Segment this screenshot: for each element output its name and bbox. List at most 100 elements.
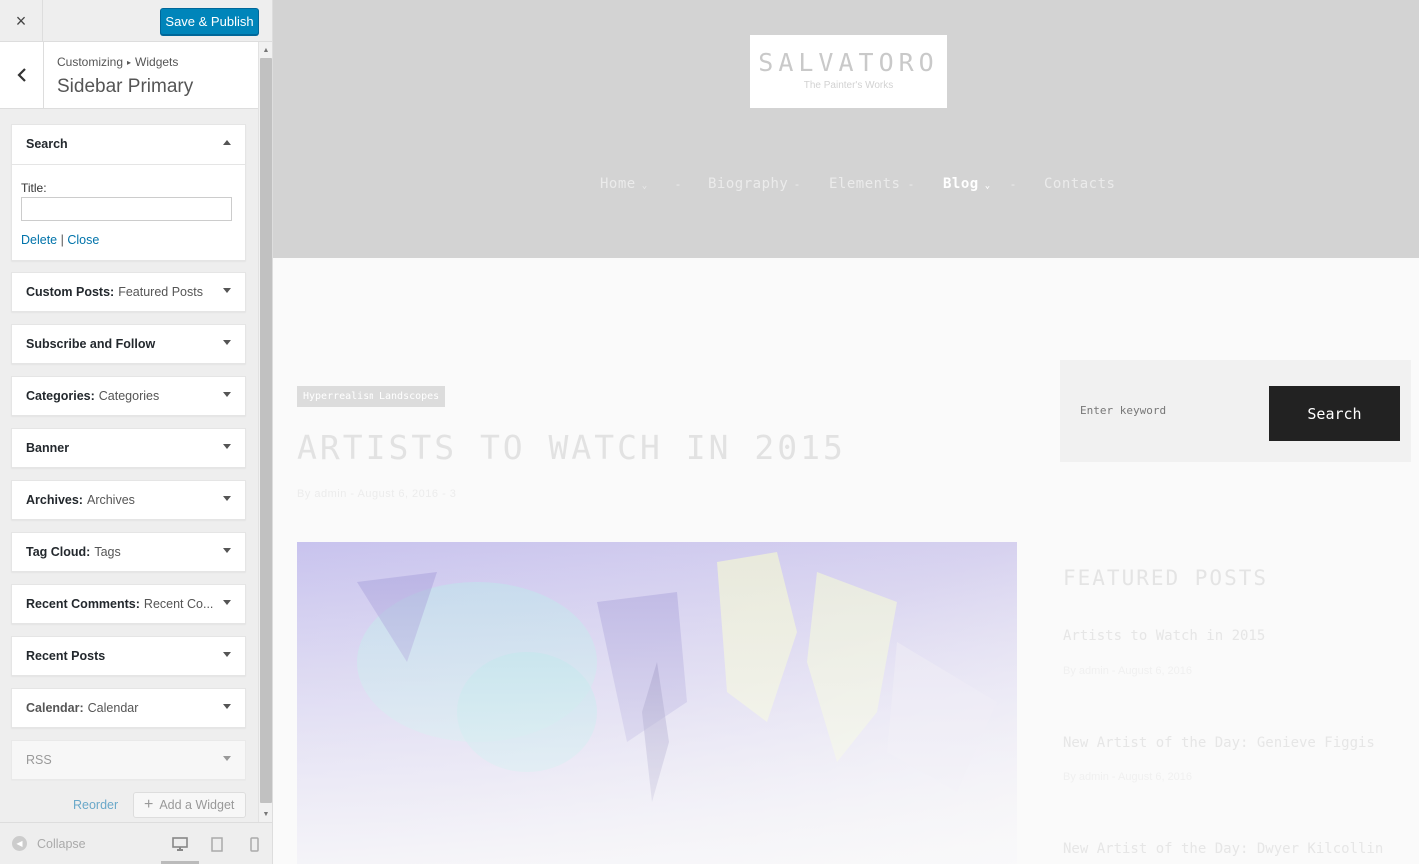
post-tag[interactable]: Hyperrealism: [297, 386, 382, 407]
widget-title: Tag Cloud:: [26, 545, 91, 559]
title-field-input[interactable]: [21, 197, 232, 221]
nav-item-label: Elements: [829, 176, 901, 192]
widget-tag-cloud[interactable]: Tag Cloud: Tags: [11, 532, 246, 572]
close-icon: ×: [15, 10, 27, 31]
featured-post-meta: By admin - August 6, 2016: [1063, 665, 1193, 677]
widget-search-header[interactable]: Search: [12, 125, 245, 165]
desktop-preview-button[interactable]: [171, 836, 189, 853]
widget-title: RSS: [26, 753, 52, 767]
widget-subtitle: Categories: [98, 389, 160, 403]
widget-search: Search Title: Delete | Close: [11, 124, 246, 261]
nav-separator: -: [795, 177, 799, 191]
widget-recent-posts[interactable]: Recent Posts: [11, 636, 246, 676]
sidebar-search-widget: Enter keyword Search: [1060, 360, 1411, 462]
site-preview: SALVATORO The Painter's Works Home ⌄ - Bi…: [273, 0, 1419, 864]
scroll-up-arrow-icon[interactable]: ▲: [259, 44, 272, 56]
breadcrumb-separator: ▸: [127, 57, 132, 67]
collapse-label: Collapse: [37, 836, 86, 851]
widget-banner[interactable]: Banner: [11, 428, 246, 468]
widget-categories[interactable]: Categories: Categories: [11, 376, 246, 416]
site-header: SALVATORO The Painter's Works Home ⌄ - Bi…: [273, 0, 1419, 258]
featured-post-title[interactable]: New Artist of the Day: Genieve Figgis: [1063, 735, 1375, 751]
title-field-label: Title:: [21, 181, 47, 195]
nav-item-blog[interactable]: Blog ⌄: [943, 176, 991, 192]
back-button[interactable]: [0, 42, 44, 108]
mobile-preview-button[interactable]: [245, 836, 263, 853]
nav-item-contacts[interactable]: Contacts: [1044, 176, 1115, 192]
widget-title: Recent Posts: [26, 649, 106, 663]
expand-arrow-icon[interactable]: [223, 496, 231, 501]
chevron-left-icon: [16, 68, 26, 82]
nav-item-label: Blog: [943, 176, 979, 192]
sidebar-search-input[interactable]: Enter keyword: [1080, 404, 1166, 417]
post-title[interactable]: ARTISTS TO WATCH IN 2015: [297, 428, 846, 467]
post-meta: By admin - August 6, 2016 - 3: [297, 488, 457, 500]
featured-post-title[interactable]: New Artist of the Day: Dwyer Kilcollin: [1063, 841, 1383, 857]
expand-arrow-icon[interactable]: [223, 392, 231, 397]
featured-post-meta: By admin - August 6, 2016: [1063, 771, 1193, 783]
expand-arrow-icon[interactable]: [223, 600, 231, 605]
expand-arrow-icon[interactable]: [223, 288, 231, 293]
widget-title: Recent Comments:: [26, 597, 140, 611]
widget-title: Subscribe and Follow: [26, 337, 156, 351]
expand-arrow-icon[interactable]: [223, 548, 231, 553]
featured-post-title[interactable]: Artists to Watch in 2015: [1063, 628, 1265, 644]
sidebar-search-button[interactable]: Search: [1269, 386, 1400, 441]
nav-item-label: Home: [600, 176, 636, 192]
nav-separator: -: [1011, 177, 1015, 191]
expand-arrow-icon[interactable]: [223, 444, 231, 449]
widget-title: Calendar:: [26, 701, 84, 715]
widget-calendar[interactable]: Calendar: Calendar: [11, 688, 246, 728]
widget-archives[interactable]: Archives: Archives: [11, 480, 246, 520]
reorder-link[interactable]: Reorder: [73, 798, 118, 812]
breadcrumb: Customizing ▸ Widgets: [57, 55, 178, 69]
widget-subtitle: Recent Co...: [143, 597, 214, 611]
widget-actions: Delete | Close: [21, 233, 99, 247]
chevron-down-icon: ⌄: [984, 181, 991, 191]
widget-subtitle: Featured Posts: [118, 285, 203, 299]
collapse-arrow-icon[interactable]: [223, 140, 231, 145]
widget-recent-comments[interactable]: Recent Comments: Recent Co...: [11, 584, 246, 624]
delete-widget-link[interactable]: Delete: [21, 233, 57, 247]
expand-arrow-icon[interactable]: [223, 340, 231, 345]
collapse-button[interactable]: ◀ Collapse: [12, 836, 86, 851]
expand-arrow-icon[interactable]: [223, 704, 231, 709]
tablet-preview-button[interactable]: [208, 836, 226, 853]
widget-rss[interactable]: RSS: [11, 740, 246, 780]
scrollbar-thumb[interactable]: [260, 58, 272, 803]
nav-separator: -: [909, 177, 913, 191]
close-customizer-button[interactable]: ×: [0, 0, 43, 42]
add-widget-button[interactable]: + Add a Widget: [133, 792, 246, 818]
scroll-down-arrow-icon[interactable]: ▼: [259, 808, 272, 820]
widget-title: Categories:: [26, 389, 95, 403]
post-featured-image[interactable]: [297, 542, 1017, 864]
customizer-panel: × Save & Publish Customizing ▸ Widgets S…: [0, 0, 273, 864]
widget-title: Banner: [26, 441, 70, 455]
widget-subtitle: Calendar: [87, 701, 139, 715]
main-nav: Home ⌄ - Biography - Elements - Blog ⌄ - C…: [273, 176, 1419, 200]
nav-item-elements[interactable]: Elements: [829, 176, 900, 192]
save-publish-button[interactable]: Save & Publish: [160, 8, 259, 35]
expand-arrow-icon[interactable]: [223, 756, 231, 761]
close-widget-link[interactable]: Close: [67, 233, 99, 247]
logo-name: SALVATORO: [758, 48, 939, 77]
plus-icon: +: [144, 796, 154, 813]
nav-item-home[interactable]: Home ⌄: [600, 176, 648, 192]
nav-item-label: Contacts: [1044, 176, 1116, 192]
nav-item-biography[interactable]: Biography: [708, 176, 788, 192]
widget-custom-posts[interactable]: Custom Posts: Featured Posts: [11, 272, 246, 312]
breadcrumb-root: Customizing: [57, 55, 124, 69]
panel-scrollbar[interactable]: ▲ ▼: [258, 42, 272, 822]
widget-search-title: Search: [26, 137, 68, 151]
widget-subscribe-follow[interactable]: Subscribe and Follow: [11, 324, 246, 364]
site-logo[interactable]: SALVATORO The Painter's Works: [750, 35, 947, 108]
abstract-painting-image: [297, 542, 1017, 864]
post-tag[interactable]: Landscopes: [373, 386, 446, 407]
widget-subtitle: Tags: [94, 545, 121, 559]
widget-area-actions: Reorder + Add a Widget: [0, 790, 258, 820]
widget-title: Custom Posts:: [26, 285, 115, 299]
expand-arrow-icon[interactable]: [223, 652, 231, 657]
logo-tagline: The Painter's Works: [803, 80, 894, 91]
breadcrumb-current: Widgets: [135, 55, 179, 69]
mobile-icon: [249, 837, 259, 852]
